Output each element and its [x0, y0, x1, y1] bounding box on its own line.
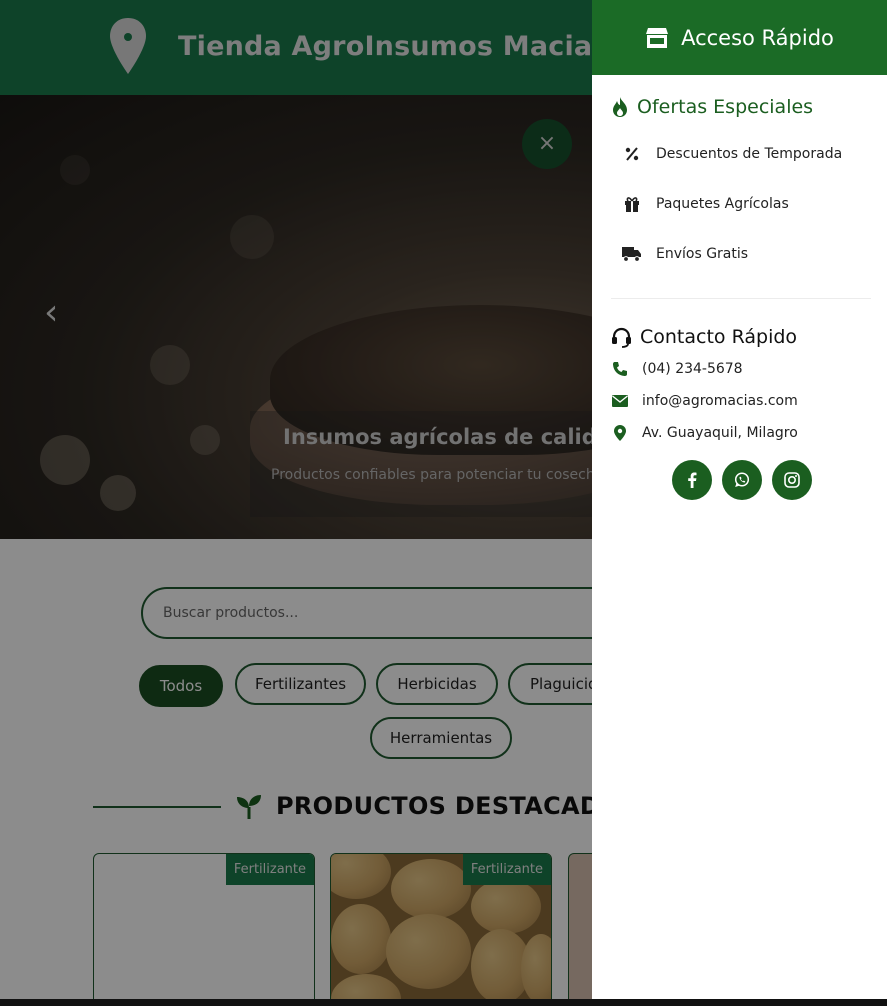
- offer-label: Descuentos de Temporada: [656, 146, 843, 162]
- contact-phone[interactable]: (04) 234-5678: [611, 360, 743, 378]
- instagram-icon: [784, 472, 800, 488]
- whatsapp-icon: [734, 472, 750, 487]
- fire-icon: [613, 97, 627, 117]
- contact-label: (04) 234-5678: [642, 361, 743, 377]
- instagram-button[interactable]: [772, 460, 812, 500]
- location-icon: [611, 424, 629, 442]
- offer-agricultural-packages[interactable]: Paquetes Agrícolas: [622, 194, 789, 214]
- offer-label: Envíos Gratis: [656, 246, 749, 262]
- facebook-icon: [688, 472, 697, 488]
- contact-address[interactable]: Av. Guayaquil, Milagro: [611, 424, 798, 442]
- bottom-bar: [0, 999, 887, 1006]
- offer-seasonal-discounts[interactable]: Descuentos de Temporada: [622, 144, 842, 164]
- facebook-button[interactable]: [672, 460, 712, 500]
- panel-divider: [611, 298, 871, 299]
- percent-icon: [622, 144, 642, 164]
- offers-heading: Ofertas Especiales: [611, 96, 813, 118]
- contact-email[interactable]: info@agromacias.com: [611, 392, 798, 410]
- store-icon: [646, 27, 669, 48]
- headset-icon: [612, 327, 631, 348]
- contact-heading: Contacto Rápido: [611, 326, 797, 348]
- offer-free-shipping[interactable]: Envíos Gratis: [622, 244, 748, 264]
- panel-title: Acceso Rápido: [681, 25, 834, 50]
- contact-label: info@agromacias.com: [642, 393, 798, 409]
- gift-icon: [622, 194, 642, 214]
- quick-access-panel: Acceso Rápido Ofertas Especiales Descuen…: [592, 0, 887, 999]
- contact-title: Contacto Rápido: [640, 326, 798, 348]
- envelope-icon: [611, 392, 629, 410]
- truck-icon: [622, 244, 642, 264]
- panel-header: Acceso Rápido: [592, 0, 887, 75]
- phone-icon: [611, 360, 629, 378]
- contact-label: Av. Guayaquil, Milagro: [642, 425, 798, 441]
- offers-title: Ofertas Especiales: [637, 96, 814, 118]
- offer-label: Paquetes Agrícolas: [656, 196, 789, 212]
- whatsapp-button[interactable]: [722, 460, 762, 500]
